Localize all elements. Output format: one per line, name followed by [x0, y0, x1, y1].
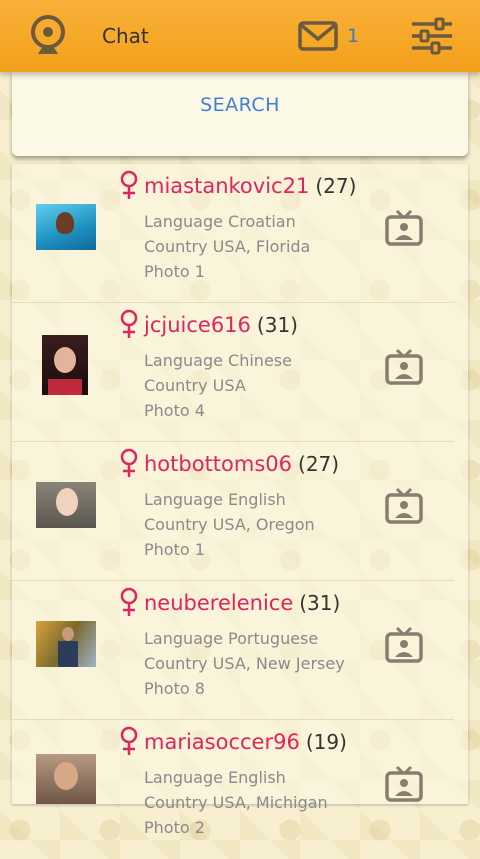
female-symbol-icon — [120, 170, 138, 199]
user-age: (19) — [305, 730, 347, 754]
username-line[interactable]: hotbottoms06 (27) — [144, 452, 339, 476]
username[interactable]: mariasoccer96 — [144, 730, 300, 754]
username-line[interactable]: neuberelenice (31) — [144, 591, 340, 615]
filter-sliders-icon[interactable] — [410, 16, 454, 56]
avatar-shirt — [48, 379, 82, 395]
user-row[interactable]: neuberelenice (31) Language Portuguese Co… — [12, 581, 468, 720]
avatar-body — [58, 641, 78, 667]
avatar[interactable] — [36, 754, 96, 804]
female-symbol-icon — [120, 587, 138, 616]
user-row[interactable]: hotbottoms06 (27) Language English Countr… — [12, 442, 468, 581]
mail-icon[interactable] — [298, 20, 338, 52]
user-country: Country USA, Oregon — [144, 515, 315, 534]
user-photos: Photo 1 — [144, 540, 205, 559]
avatar[interactable] — [42, 335, 88, 395]
video-chat-icon[interactable] — [384, 486, 424, 526]
avatar[interactable] — [36, 204, 96, 250]
video-chat-icon[interactable] — [384, 347, 424, 387]
female-symbol-icon — [120, 309, 138, 338]
user-photos: Photo 2 — [144, 818, 205, 837]
user-language: Language English — [144, 768, 286, 787]
user-age: (27) — [298, 452, 340, 476]
username-line[interactable]: mariasoccer96 (19) — [144, 730, 347, 754]
user-country: Country USA, New Jersey — [144, 654, 345, 673]
video-chat-icon[interactable] — [384, 764, 424, 804]
user-row[interactable]: mariasoccer96 (19) Language English Count… — [12, 720, 468, 859]
user-photos: Photo 1 — [144, 262, 205, 281]
username-line[interactable]: jcjuice616 (31) — [144, 313, 298, 337]
message-count[interactable]: 1 — [347, 25, 359, 47]
user-country: Country USA — [144, 376, 246, 395]
username[interactable]: jcjuice616 — [144, 313, 251, 337]
avatar-figure — [56, 212, 74, 234]
user-country: Country USA, Michigan — [144, 793, 328, 812]
user-age: (27) — [315, 174, 357, 198]
user-language: Language Portuguese — [144, 629, 319, 648]
user-list: miastankovic21 (27) Language Croatian Cou… — [12, 164, 468, 837]
female-symbol-icon — [120, 448, 138, 477]
video-chat-icon[interactable] — [384, 625, 424, 665]
app-title: Chat — [102, 24, 149, 48]
avatar-face — [62, 627, 74, 641]
user-language: Language Croatian — [144, 212, 296, 231]
top-bar: Chat 1 — [0, 0, 480, 72]
username[interactable]: neuberelenice — [144, 591, 293, 615]
avatar-face — [54, 347, 76, 373]
avatar-face — [56, 488, 78, 516]
user-row[interactable]: miastankovic21 (27) Language Croatian Cou… — [12, 164, 468, 303]
user-language: Language Chinese — [144, 351, 292, 370]
user-age: (31) — [256, 313, 298, 337]
user-row[interactable]: jcjuice616 (31) Language Chinese Country … — [12, 303, 468, 442]
search-button[interactable]: SEARCH — [12, 94, 468, 116]
user-language: Language English — [144, 490, 286, 509]
video-chat-icon[interactable] — [384, 208, 424, 248]
avatar[interactable] — [36, 482, 96, 528]
user-country: Country USA, Florida — [144, 237, 311, 256]
username[interactable]: hotbottoms06 — [144, 452, 292, 476]
user-photos: Photo 8 — [144, 679, 205, 698]
avatar[interactable] — [36, 621, 96, 667]
username-line[interactable]: miastankovic21 (27) — [144, 174, 356, 198]
user-age: (31) — [299, 591, 341, 615]
female-symbol-icon — [120, 726, 138, 755]
username[interactable]: miastankovic21 — [144, 174, 309, 198]
user-photos: Photo 4 — [144, 401, 205, 420]
search-card: SEARCH — [12, 72, 468, 156]
avatar-face — [54, 762, 78, 790]
webcam-icon[interactable] — [26, 14, 70, 58]
